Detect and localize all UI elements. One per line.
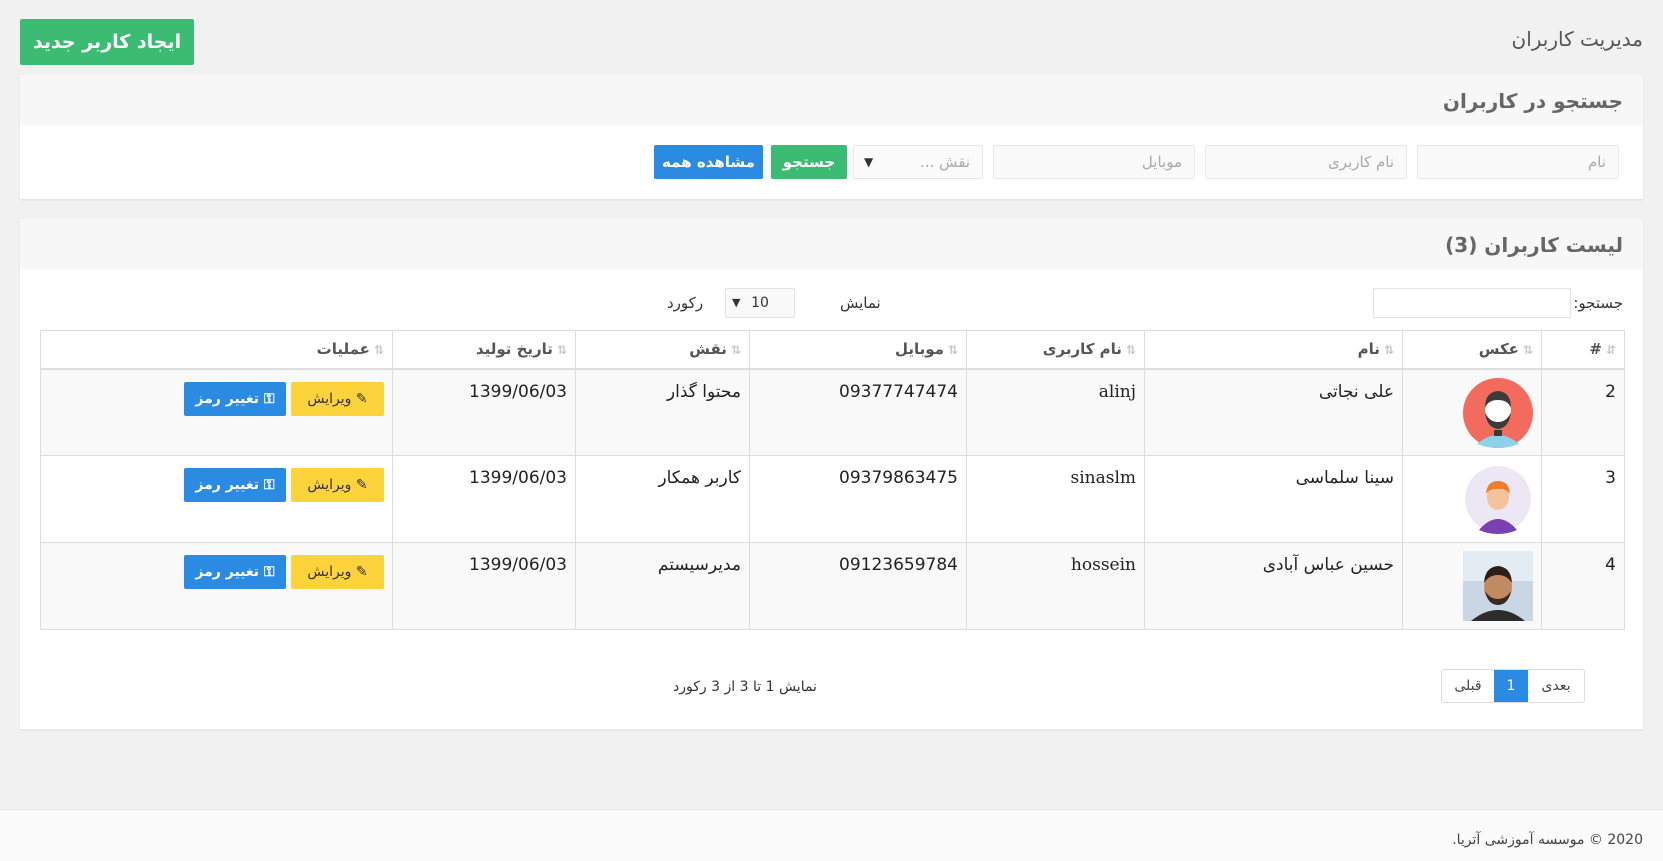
row-name: علی نجاتی xyxy=(1144,368,1403,456)
row-username: hossein xyxy=(966,542,1145,630)
create-user-button[interactable]: ایجاد کاربر جدید xyxy=(20,19,194,65)
column-header-id[interactable]: ⇵# xyxy=(1541,330,1625,370)
change-password-button[interactable]: ⚿ تغییر رمز xyxy=(184,381,286,416)
column-header-username[interactable]: ⇅نام کاربری xyxy=(966,330,1145,370)
pagination-page-1[interactable]: 1 xyxy=(1494,670,1528,702)
row-actions: ✎ ویرایش ⚿ تغییر رمز xyxy=(40,542,393,630)
edit-button[interactable]: ✎ ویرایش xyxy=(291,381,384,416)
row-mobile: 09377747474 xyxy=(749,368,967,456)
row-actions: ✎ ویرایش ⚿ تغییر رمز xyxy=(40,455,393,543)
row-role: محتوا گذار xyxy=(575,368,750,456)
change-password-button[interactable]: ⚿ تغییر رمز xyxy=(184,468,286,502)
row-avatar-cell xyxy=(1402,542,1542,630)
users-list-panel: لیست کاربران (3) جستجو: نمایش 10 ▼ رکورد… xyxy=(20,219,1643,729)
sort-icon: ⇅ xyxy=(947,343,958,358)
edit-icon: ✎ xyxy=(351,390,368,407)
page-title: مدیریت کاربران xyxy=(1511,27,1644,51)
name-input[interactable]: نام xyxy=(1417,145,1619,179)
row-id: 2 xyxy=(1541,368,1625,456)
edit-icon: ✎ xyxy=(351,477,368,493)
row-username: alinj xyxy=(966,368,1145,456)
chevron-down-icon: ▼ xyxy=(732,296,741,309)
row-avatar-cell xyxy=(1402,455,1542,543)
pagination: قبلی 1 بعدی xyxy=(1441,669,1585,703)
mobile-input[interactable]: موبایل xyxy=(993,145,1195,179)
footer: 2020 © موسسه آموزشی آتریا. xyxy=(0,809,1663,861)
sort-icon: ⇅ xyxy=(373,343,384,358)
show-all-button[interactable]: مشاهده همه xyxy=(654,145,763,179)
page-length-select[interactable]: 10 ▼ xyxy=(725,288,795,318)
avatar-photo-icon xyxy=(1463,551,1533,621)
row-mobile: 09379863475 xyxy=(749,455,967,543)
role-select[interactable]: نقش ... ▼ xyxy=(853,145,983,179)
users-table: ⇵# ⇅عکس ⇅نام ⇅نام کاربری ⇅موبایل ⇅نقش ⇅ت… xyxy=(40,330,1625,630)
list-panel-header: لیست کاربران (3) xyxy=(20,219,1643,269)
column-header-date[interactable]: ⇅تاریخ تولید xyxy=(392,330,576,370)
row-date: 1399/06/03 xyxy=(392,455,576,543)
length-record-label: رکورد xyxy=(667,294,704,312)
avatar-boy-icon xyxy=(1463,464,1533,534)
sort-icon: ⇅ xyxy=(1383,343,1394,358)
role-select-value: نقش ... xyxy=(920,153,970,171)
table-row: 4 حسین عباس آبادی hossein 09123659784 مد… xyxy=(40,542,1625,630)
table-row: 2 علی نجاتی alinj 09377747474 محتوا گذار… xyxy=(40,368,1625,456)
row-username: sinaslm xyxy=(966,455,1145,543)
sort-icon: ⇅ xyxy=(730,343,741,358)
footer-copyright: 2020 © موسسه آموزشی آتریا. xyxy=(1452,832,1643,848)
column-header-photo[interactable]: ⇅عکس xyxy=(1402,330,1542,370)
page-header: مدیریت کاربران ایجاد کاربر جدید xyxy=(0,0,1663,70)
sort-icon: ⇅ xyxy=(556,343,567,358)
row-date: 1399/06/03 xyxy=(392,542,576,630)
row-id: 4 xyxy=(1541,542,1625,630)
search-panel: جستجو در کاربران نام نام کاربری موبایل ن… xyxy=(20,75,1643,199)
avatar-man-beard-icon xyxy=(1463,377,1533,448)
table-row: 3 سینا سلماسی sinaslm 09379863475 کاربر … xyxy=(40,455,1625,543)
key-icon: ⚿ xyxy=(259,477,275,493)
row-date: 1399/06/03 xyxy=(392,368,576,456)
pagination-next[interactable]: بعدی xyxy=(1528,670,1584,702)
length-show-label: نمایش xyxy=(840,294,881,312)
search-panel-title: جستجو در کاربران xyxy=(1442,89,1623,113)
edit-button[interactable]: ✎ ویرایش xyxy=(291,468,384,502)
edit-button[interactable]: ✎ ویرایش xyxy=(291,555,384,589)
row-name: سینا سلماسی xyxy=(1144,455,1403,543)
row-name: حسین عباس آبادی xyxy=(1144,542,1403,630)
row-actions: ✎ ویرایش ⚿ تغییر رمز xyxy=(40,368,393,456)
sort-asc-icon: ⇵ xyxy=(1605,343,1616,358)
chevron-down-icon: ▼ xyxy=(864,155,874,169)
edit-icon: ✎ xyxy=(351,564,368,580)
row-role: مدیرسیستم xyxy=(575,542,750,630)
row-role: کاربر همکار xyxy=(575,455,750,543)
row-avatar-cell xyxy=(1402,368,1542,456)
filter-label: جستجو: xyxy=(1573,294,1623,312)
username-input[interactable]: نام کاربری xyxy=(1205,145,1407,179)
list-panel-title: لیست کاربران (3) xyxy=(1445,233,1623,257)
column-header-mobile[interactable]: ⇅موبایل xyxy=(749,330,967,370)
table-filter-input[interactable] xyxy=(1373,288,1571,318)
column-header-actions[interactable]: ⇅عملیات xyxy=(40,330,393,370)
page-length-value: 10 xyxy=(751,295,769,311)
row-id: 3 xyxy=(1541,455,1625,543)
search-button[interactable]: جستجو xyxy=(771,145,847,179)
pagination-prev[interactable]: قبلی xyxy=(1442,670,1494,702)
table-header-row: ⇵# ⇅عکس ⇅نام ⇅نام کاربری ⇅موبایل ⇅نقش ⇅ت… xyxy=(40,330,1625,370)
table-info: نمایش 1 تا 3 از 3 رکورد xyxy=(673,679,817,695)
search-panel-header: جستجو در کاربران xyxy=(20,75,1643,125)
sort-icon: ⇅ xyxy=(1522,343,1533,358)
change-password-button[interactable]: ⚿ تغییر رمز xyxy=(184,555,286,589)
row-mobile: 09123659784 xyxy=(749,542,967,630)
column-header-name[interactable]: ⇅نام xyxy=(1144,330,1403,370)
key-icon: ⚿ xyxy=(259,390,275,407)
sort-icon: ⇅ xyxy=(1125,343,1136,358)
column-header-role[interactable]: ⇅نقش xyxy=(575,330,750,370)
key-icon: ⚿ xyxy=(259,564,275,580)
